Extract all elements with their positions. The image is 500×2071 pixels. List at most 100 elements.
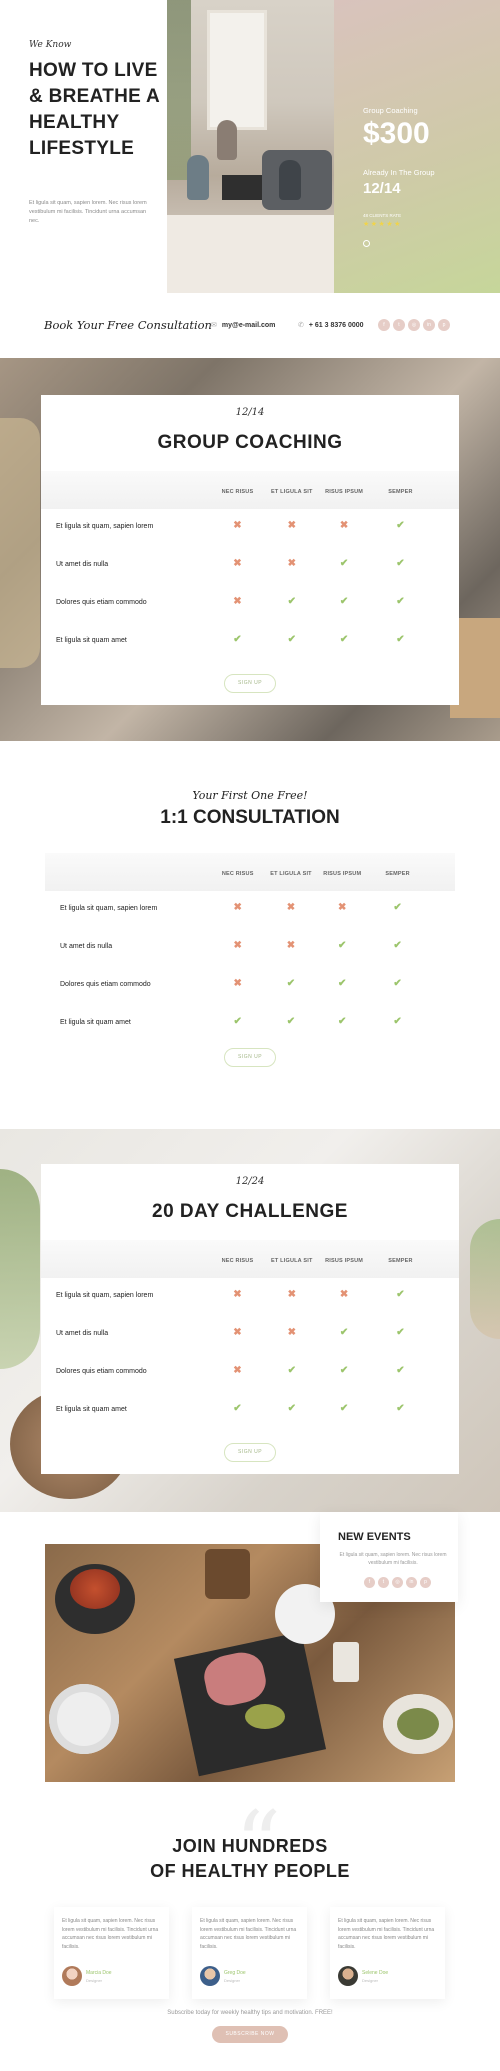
table-row: Ut amet dis nulla ✖ ✖ ✔ ✔ — [41, 547, 459, 585]
cross-icon: ✖ — [338, 902, 347, 913]
twitter-icon[interactable]: t — [378, 1577, 389, 1588]
events-title: NEW EVENTS — [338, 1531, 411, 1543]
hero-text: Et ligula sit quam, sapien lorem. Nec ri… — [29, 200, 147, 224]
avatar — [200, 1966, 220, 1986]
row-label: Dolores quis etiam commodo — [56, 1368, 147, 1375]
cross-icon: ✖ — [233, 978, 242, 989]
slider-dot[interactable] — [363, 240, 370, 247]
column-header: RISUS IPSUM — [325, 1258, 364, 1264]
check-icon: ✔ — [233, 634, 242, 645]
cross-icon: ✖ — [233, 520, 242, 531]
check-icon: ✔ — [338, 1016, 347, 1027]
check-icon: ✔ — [287, 596, 296, 607]
cross-icon: ✖ — [233, 940, 242, 951]
instagram-icon[interactable]: ◎ — [392, 1577, 403, 1588]
phone-text: + 61 3 8376 0000 — [308, 322, 364, 329]
table-header: NEC RISUS ET LIGULA SIT RISUS IPSUM SEMPER — [41, 471, 459, 509]
contact-bar: Book Your Free Consultation ✉ my@e-mail.c… — [0, 293, 500, 358]
row-label: Ut amet dis nulla — [60, 943, 113, 950]
check-icon: ✔ — [286, 978, 296, 989]
pinterest-icon[interactable]: p — [420, 1577, 431, 1588]
table-header: NEC RISUS ET LIGULA SIT RISUS IPSUM SEMPER — [41, 1240, 459, 1278]
column-header: RISUS IPSUM — [323, 871, 362, 877]
row-label: Et ligula sit quam amet — [60, 1019, 131, 1026]
facebook-icon[interactable]: f — [364, 1577, 375, 1588]
social-links: f t ◎ in p — [378, 319, 450, 331]
testimonial-text: Et ligula sit quam, sapien lorem. Nec ri… — [62, 1918, 159, 1950]
testimonial-card: Et ligula sit quam, sapien lorem. Nec ri… — [330, 1907, 445, 1999]
cross-icon: ✖ — [233, 1365, 242, 1376]
plan-date: 12/24 — [235, 1176, 265, 1187]
cross-icon: ✖ — [233, 902, 242, 913]
hero-intro: We Know HOW TO LIVE & BREATHE A HEALTHY … — [0, 0, 167, 293]
hero-section: We Know HOW TO LIVE & BREATHE A HEALTHY … — [0, 0, 500, 293]
check-icon: ✔ — [339, 558, 349, 569]
column-header: ET LIGULA SIT — [271, 1258, 313, 1264]
cross-icon: ✖ — [339, 520, 349, 531]
cross-icon: ✖ — [287, 520, 296, 531]
row-label: Et ligula sit quam, sapien lorem — [60, 905, 158, 912]
check-icon: ✔ — [396, 1289, 405, 1300]
testimonial-text: Et ligula sit quam, sapien lorem. Nec ri… — [338, 1918, 435, 1950]
coaching-label: Group Coaching — [363, 106, 418, 115]
table-row: Dolores quis etiam commodo ✖ ✔ ✔ ✔ — [45, 967, 455, 1005]
cross-icon: ✖ — [286, 940, 296, 951]
column-header: SEMPER — [388, 489, 413, 495]
linkedin-icon[interactable]: in — [423, 319, 435, 331]
check-icon: ✔ — [233, 1016, 242, 1027]
book-consultation-link[interactable]: Book Your Free Consultation — [44, 318, 212, 332]
check-icon: ✔ — [339, 1403, 349, 1414]
phone-icon: ✆ — [298, 322, 304, 329]
column-header: ET LIGULA SIT — [271, 489, 313, 495]
column-header: SEMPER — [385, 871, 410, 877]
rating-stars: ★★★★★ — [363, 221, 402, 228]
check-icon: ✔ — [396, 1403, 405, 1414]
cross-icon: ✖ — [287, 558, 296, 569]
group-coaching-card: 12/14 GROUP COACHING NEC RISUS ET LIGULA … — [41, 395, 459, 705]
testimonial-role: Designer — [86, 1978, 103, 1983]
cross-icon: ✖ — [233, 596, 242, 607]
linkedin-icon[interactable]: in — [406, 1577, 417, 1588]
row-label: Dolores quis etiam commodo — [60, 981, 151, 988]
check-icon: ✔ — [396, 596, 405, 607]
testimonial-role: Designer — [362, 1978, 379, 1983]
phone-contact[interactable]: ✆ + 61 3 8376 0000 — [298, 321, 364, 329]
column-header: RISUS IPSUM — [325, 489, 364, 495]
row-label: Ut amet dis nulla — [56, 1330, 109, 1337]
plan-title: GROUP COACHING — [157, 432, 343, 453]
facebook-icon[interactable]: f — [378, 319, 390, 331]
testimonial-text: Et ligula sit quam, sapien lorem. Nec ri… — [200, 1918, 297, 1950]
row-label: Et ligula sit quam amet — [56, 637, 127, 644]
cross-icon: ✖ — [287, 1327, 296, 1338]
sign-up-button[interactable]: SIGN UP — [224, 674, 276, 693]
testimonials-heading: JOIN HUNDREDS OF HEALTHY PEOPLE — [0, 1834, 500, 1884]
check-icon: ✔ — [396, 634, 405, 645]
cross-icon: ✖ — [287, 1289, 296, 1300]
plan-title: 20 DAY CHALLENGE — [152, 1201, 348, 1222]
hero-title: HOW TO LIVE & BREATHE A HEALTHY LIFESTYL… — [29, 60, 160, 159]
rating-label: 48 CLIENTS RATE — [363, 213, 402, 218]
table-row: Dolores quis etiam commodo ✖ ✔ ✔ ✔ — [41, 1354, 459, 1392]
column-header: NEC RISUS — [221, 489, 254, 495]
check-icon: ✔ — [339, 1365, 349, 1376]
row-label: Ut amet dis nulla — [56, 561, 109, 568]
price: $300 — [363, 117, 430, 150]
table-row: Ut amet dis nulla ✖ ✖ ✔ ✔ — [41, 1316, 459, 1354]
events-social-links: f t ◎ in p — [364, 1577, 431, 1588]
check-icon: ✔ — [396, 520, 405, 531]
pinterest-icon[interactable]: p — [438, 319, 450, 331]
check-icon: ✔ — [393, 1016, 402, 1027]
check-icon: ✔ — [233, 1403, 242, 1414]
sign-up-button[interactable]: SIGN UP — [224, 1443, 276, 1462]
check-icon: ✔ — [338, 940, 347, 951]
hero-pricing-panel: Group Coaching $300 Already In The Group… — [334, 0, 500, 293]
check-icon: ✔ — [287, 1403, 296, 1414]
subscribe-button[interactable]: SUBSCRIBE NOW — [212, 2026, 288, 2043]
testimonial-role: Designer — [224, 1978, 241, 1983]
check-icon: ✔ — [287, 1365, 296, 1376]
twitter-icon[interactable]: t — [393, 319, 405, 331]
email-contact[interactable]: ✉ my@e-mail.com — [211, 321, 275, 329]
hero-tag: We Know — [29, 40, 72, 50]
instagram-icon[interactable]: ◎ — [408, 319, 420, 331]
sign-up-button[interactable]: SIGN UP — [224, 1048, 276, 1067]
